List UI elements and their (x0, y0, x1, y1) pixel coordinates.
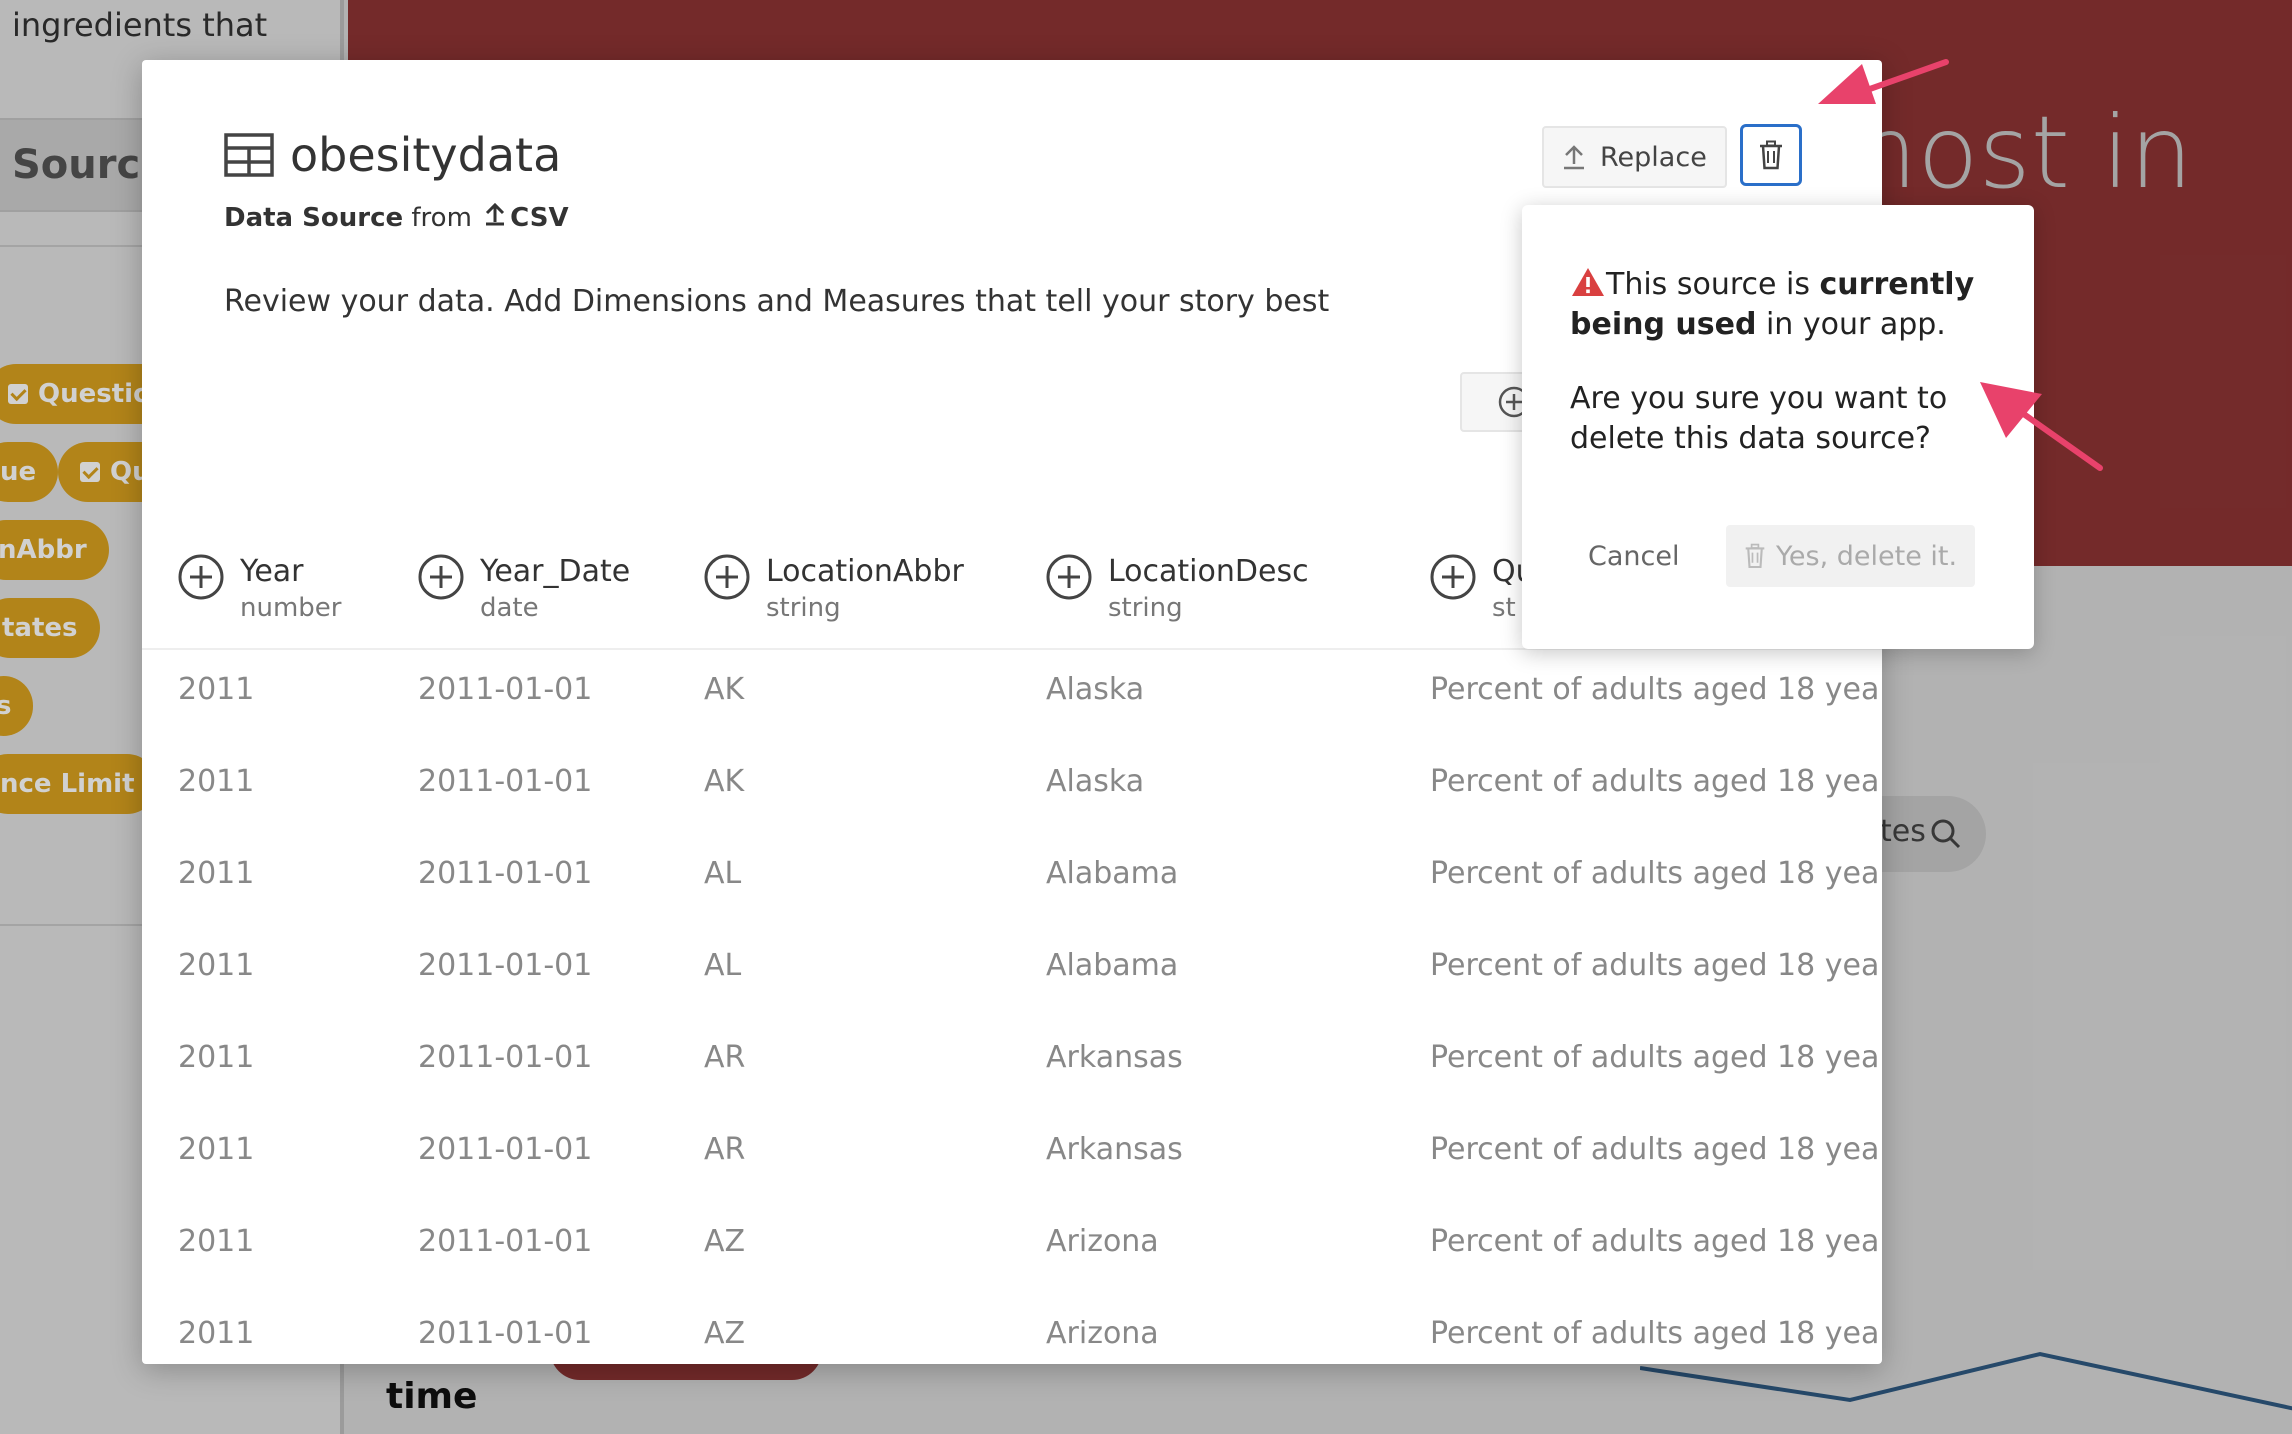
table-cell: Alabama (1046, 948, 1179, 983)
table-cell: AR (704, 1132, 746, 1167)
table-cell: 2011 (178, 856, 255, 891)
trash-icon (1760, 140, 1782, 170)
column-header[interactable]: LocationAbbr string (704, 554, 964, 626)
table-cell: 2011 (178, 1132, 255, 1167)
add-field-button[interactable] (1460, 372, 1530, 432)
annotation-arrow-icon (1980, 382, 2103, 471)
plus-circle-icon[interactable] (1430, 554, 1476, 600)
table-row: 2011 2011-01-01 AL Alabama Percent of adults… (142, 834, 1882, 926)
modal-title: obesitydata (224, 128, 561, 182)
table-row: 2011 2011-01-01 AR Arkansas Percent of adult… (142, 1018, 1882, 1110)
table-cell: 2011 (178, 672, 255, 707)
table-cell: AK (704, 672, 745, 707)
table-row: 2011 2011-01-01 AK Alaska Percent of adults … (142, 650, 1882, 742)
table-cell: 2011-01-01 (418, 1224, 593, 1259)
table-cell: Percent of adults aged 18 years (1430, 1316, 1880, 1351)
table-cell: AZ (704, 1224, 746, 1259)
table-icon (224, 133, 274, 177)
warning-icon (1572, 268, 1604, 296)
table-cell: Alaska (1046, 672, 1145, 707)
confirm-delete-button[interactable]: Yes, delete it. (1726, 525, 1976, 587)
table-cell: AL (704, 948, 742, 983)
delete-confirm-popover: This source is currently being used in y… (1522, 205, 2034, 649)
column-header[interactable]: Year_Datedate (418, 554, 630, 626)
table-cell: 2011-01-01 (418, 764, 593, 799)
table-row: 2011 2011-01-01 AK Alaska Percent of adults … (142, 742, 1882, 834)
table-cell: Percent of adults aged 18 years (1430, 1040, 1880, 1075)
table-row: 2011 2011-01-01 AZ Arizona Percent of adults… (142, 1202, 1882, 1294)
table-cell: 2011-01-01 (418, 1132, 593, 1167)
plus-circle-icon[interactable] (418, 554, 464, 600)
table-cell: AR (704, 1040, 746, 1075)
table-cell: AK (704, 764, 745, 799)
annotation-arrow-icon (1818, 59, 1949, 104)
cancel-button[interactable]: Cancel (1564, 525, 1703, 587)
plus-circle-icon[interactable] (1046, 554, 1092, 600)
column-type: string (1108, 593, 1183, 623)
table-cell: Arizona (1046, 1224, 1159, 1259)
table-cell: 2011-01-01 (418, 948, 593, 983)
table-cell: Alabama (1046, 856, 1179, 891)
table-cell: 2011 (178, 1040, 255, 1075)
column-name: LocationAbbr (766, 554, 964, 589)
replace-button[interactable]: Replace (1542, 126, 1727, 188)
table-cell: Arizona (1046, 1316, 1159, 1351)
column-type: number (240, 593, 342, 623)
table-cell: 2011 (178, 1224, 255, 1259)
table-row: 2011 2011-01-01 AZ Arizona Percent of adults… (142, 1294, 1882, 1364)
table-cell: 2011-01-01 (418, 1316, 593, 1351)
source-subtitle: Data Source from CSV (224, 202, 569, 233)
table-cell: Percent of adults aged 18 years (1430, 948, 1880, 983)
column-type: string (766, 593, 841, 623)
table-cell: Arkansas (1046, 1040, 1183, 1075)
table-cell: 2011 (178, 1316, 255, 1351)
trash-icon (1745, 543, 1765, 569)
column-header[interactable]: Qu st (1430, 554, 1535, 626)
table-row: 2011 2011-01-01 AR Arkansas Percent of adult… (142, 1110, 1882, 1202)
in-use-warning: This source is currently being used in y… (1570, 267, 1975, 342)
column-type: date (480, 593, 539, 623)
table-cell: 2011 (178, 948, 255, 983)
delete-source-button[interactable] (1740, 124, 1802, 186)
column-name: Year_Date (480, 554, 631, 589)
column-name: Year (240, 554, 304, 589)
table-cell: Alaska (1046, 764, 1145, 799)
table-cell: Percent of adults aged 18 years (1430, 672, 1880, 707)
upload-icon (1564, 145, 1584, 170)
plus-circle-icon[interactable] (178, 554, 224, 600)
table-row: 2011 2011-01-01 AL Alabama Percent of adults… (142, 926, 1882, 1018)
table-cell: AZ (704, 1316, 746, 1351)
column-header[interactable]: Year number (178, 554, 341, 626)
table-cell: 2011-01-01 (418, 672, 593, 707)
source-name: obesitydata (290, 128, 562, 182)
column-header[interactable]: LocationDesc string (1046, 554, 1309, 626)
table-cell: Percent of adults aged 18 years (1430, 764, 1880, 799)
modal-description: Review your data. Add Dimensions and Mea… (224, 284, 1330, 319)
table-cell: 2011 (178, 764, 255, 799)
upload-icon (486, 202, 505, 226)
table-cell: Percent of adults aged 18 years (1430, 856, 1880, 891)
table-cell: Arkansas (1046, 1132, 1183, 1167)
table-cell: AL (704, 856, 742, 891)
table-cell: 2011-01-01 (418, 856, 593, 891)
confirm-question: Are you sure you want to delete this dat… (1570, 381, 1948, 456)
table-cell: 2011-01-01 (418, 1040, 593, 1075)
table-cell: Percent of adults aged 18 years (1430, 1224, 1880, 1259)
table-cell: Percent of adults aged 18 years (1430, 1132, 1880, 1167)
column-name: LocationDesc (1108, 554, 1309, 589)
plus-circle-icon[interactable] (704, 554, 750, 600)
